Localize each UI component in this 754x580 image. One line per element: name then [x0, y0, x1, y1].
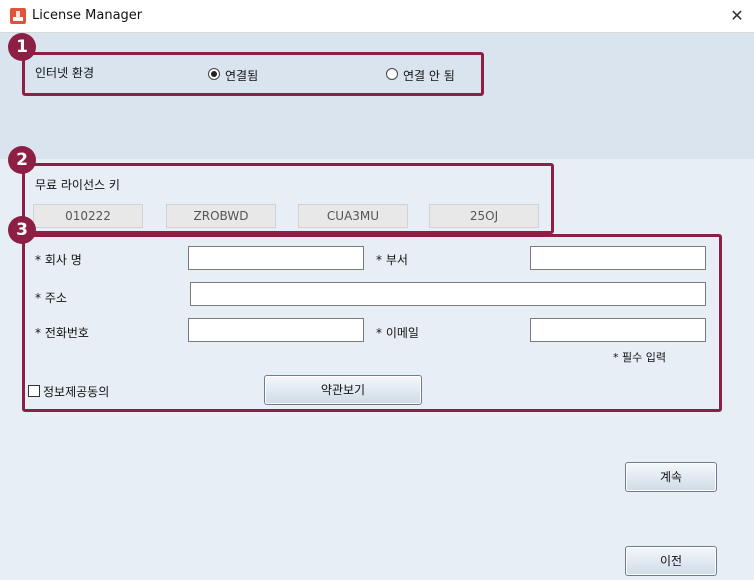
license-label: 무료 라이선스 키: [35, 178, 120, 192]
company-field[interactable]: [188, 246, 364, 270]
radio-not-connected-label[interactable]: 연결 안 됨: [403, 67, 455, 84]
title-bar: License Manager ✕: [0, 0, 754, 33]
close-button[interactable]: ✕: [720, 0, 754, 32]
section-badge-3: 3: [8, 216, 36, 244]
phone-field[interactable]: [188, 318, 364, 342]
continue-button[interactable]: 계속: [625, 462, 717, 492]
email-label: * 이메일: [376, 326, 419, 340]
required-note: * 필수 입력: [613, 351, 666, 364]
radio-connected[interactable]: [208, 68, 220, 80]
consent-label[interactable]: 정보제공동의: [43, 383, 109, 400]
radio-not-connected[interactable]: [386, 68, 398, 80]
license-key-1: 010222: [33, 204, 143, 228]
company-label: * 회사 명: [35, 253, 82, 267]
terms-button[interactable]: 약관보기: [264, 375, 422, 405]
window-title: License Manager: [32, 8, 143, 23]
section-badge-2: 2: [8, 146, 36, 174]
department-label: * 부서: [376, 253, 408, 267]
phone-label: * 전화번호: [35, 326, 89, 340]
department-field[interactable]: [530, 246, 706, 270]
address-label: * 주소: [35, 291, 67, 305]
consent-checkbox[interactable]: [28, 385, 40, 397]
license-key-2: ZROBWD: [166, 204, 276, 228]
license-key-3: CUA3MU: [298, 204, 408, 228]
email-field[interactable]: [530, 318, 706, 342]
address-field[interactable]: [190, 282, 706, 306]
section-badge-1: 1: [8, 33, 36, 61]
close-icon: ✕: [730, 6, 744, 25]
app-icon: [10, 8, 26, 24]
previous-button[interactable]: 이전: [625, 546, 717, 576]
network-label: 인터넷 환경: [35, 66, 95, 80]
radio-connected-label[interactable]: 연결됨: [225, 67, 258, 84]
license-key-4: 25OJ: [429, 204, 539, 228]
